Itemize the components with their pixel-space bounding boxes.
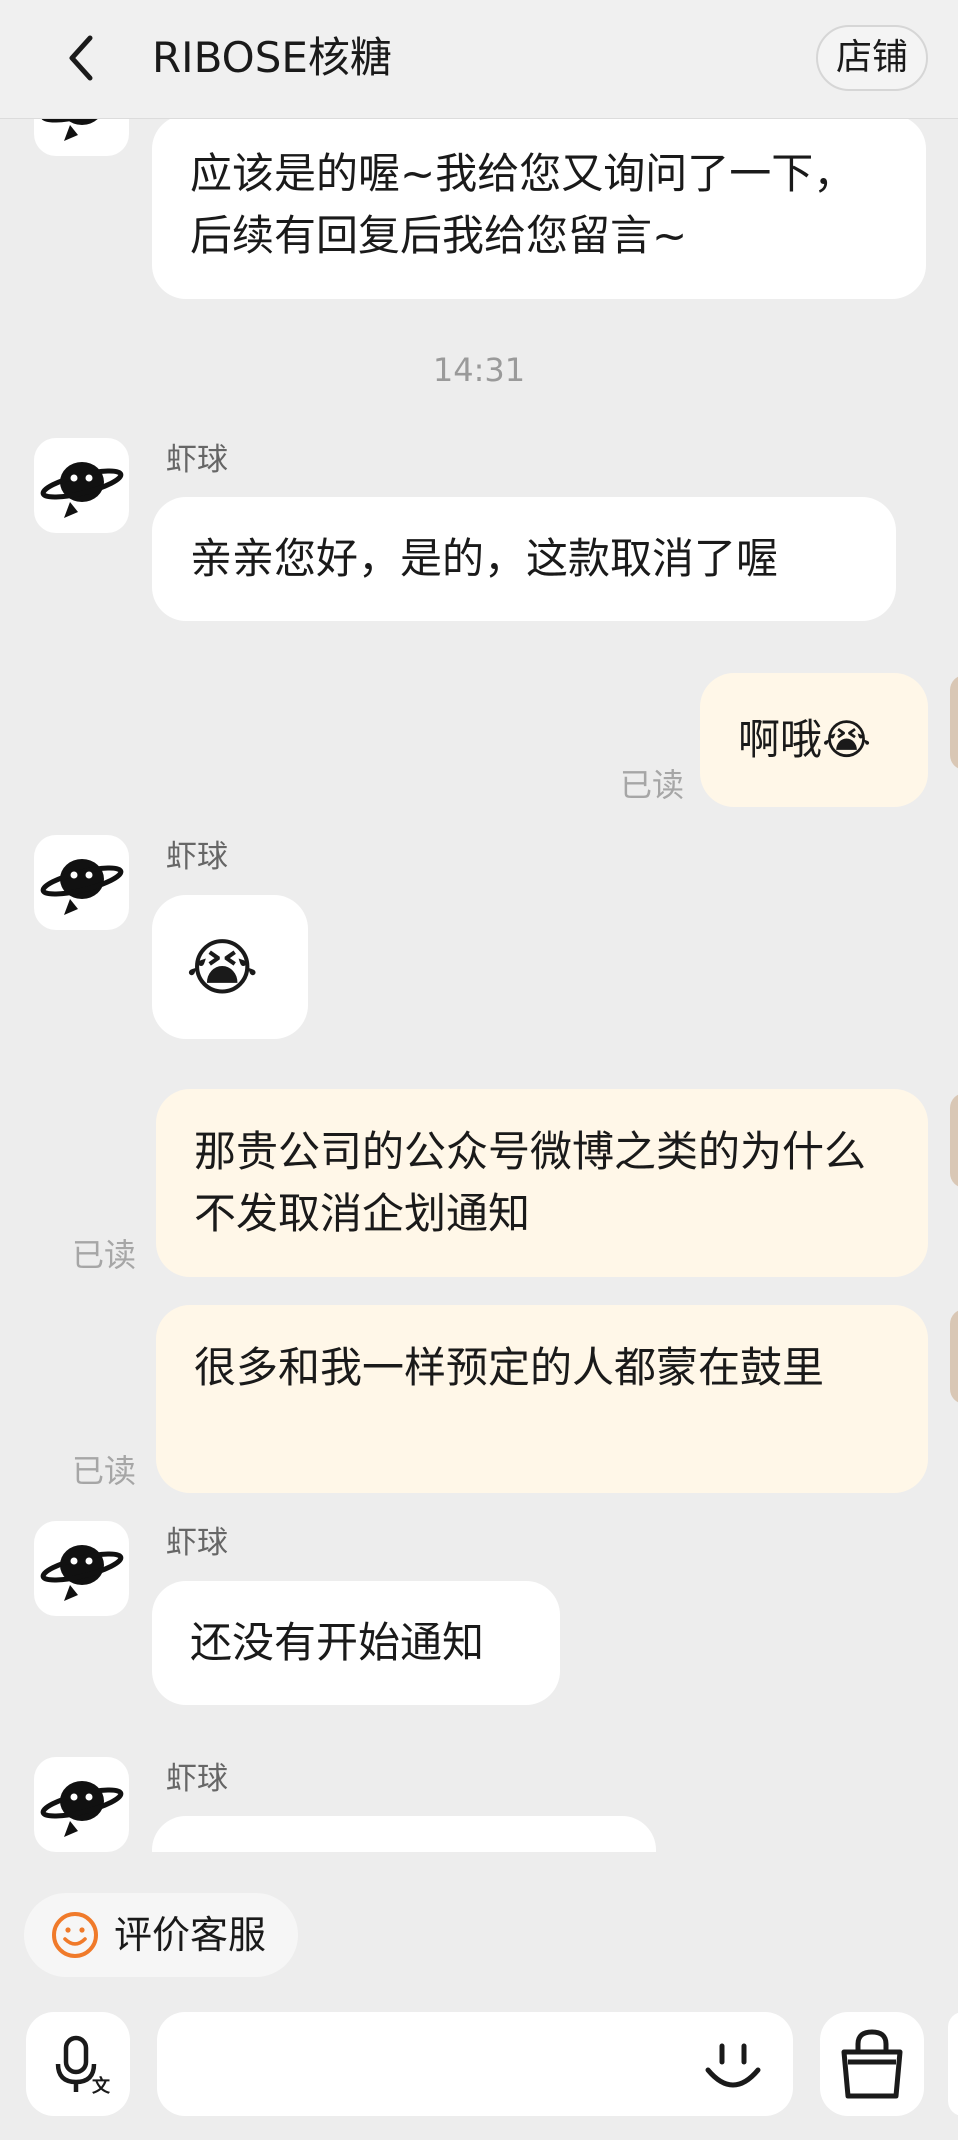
my-message-bubble[interactable]: 那贵公司的公众号微博之类的为什么不发取消企划通知 [156, 1089, 928, 1277]
chat-title: RIBOSE核糖 [152, 33, 392, 82]
read-status: 已读 [72, 1236, 137, 1274]
microphone-translate-icon: 文 [55, 2035, 111, 2097]
message-bubble[interactable]: 还没有开始通知 [152, 1581, 560, 1705]
my-avatar[interactable] [950, 1093, 958, 1188]
message-bubble[interactable]: 应该是的喔~我给您又询问了一下，后续有回复后我给您留言~ [152, 119, 926, 299]
more-button[interactable] [948, 2012, 958, 2116]
sender-name: 虾球 [166, 1525, 228, 1561]
planet-mascot-icon [40, 859, 124, 917]
read-status: 已读 [620, 766, 685, 804]
planet-mascot-icon [40, 1545, 124, 1603]
store-button[interactable]: 店铺 [816, 25, 928, 91]
input-bar: 文 [0, 1998, 958, 2140]
my-avatar[interactable] [950, 675, 958, 770]
message-list[interactable]: 应该是的喔~我给您又询问了一下，后续有回复后我给您留言~ 14:31 虾球 亲亲… [0, 119, 958, 1852]
my-message-bubble[interactable]: 啊哦😭 [700, 673, 928, 807]
rate-service-label: 评价客服 [114, 1913, 267, 1957]
back-button[interactable] [58, 30, 108, 86]
my-message-bubble[interactable]: 很多和我一样预定的人都蒙在鼓里 [156, 1305, 928, 1493]
planet-mascot-icon [40, 119, 124, 143]
agent-avatar[interactable] [34, 119, 129, 156]
emoji-icon[interactable] [700, 2032, 766, 2098]
agent-avatar[interactable] [34, 1757, 129, 1852]
top-bar: RIBOSE核糖 店铺 [0, 0, 958, 119]
planet-mascot-icon [40, 1781, 124, 1839]
emoji-message-bubble[interactable]: 😭 [152, 895, 308, 1039]
agent-avatar[interactable] [34, 438, 129, 533]
chevron-left-icon [69, 35, 93, 81]
shopping-bag-icon [841, 2029, 903, 2099]
agent-avatar[interactable] [34, 1521, 129, 1616]
voice-input-button[interactable]: 文 [26, 2012, 130, 2116]
planet-mascot-icon [40, 462, 124, 520]
read-status: 已读 [72, 1452, 137, 1490]
my-avatar[interactable] [950, 1309, 958, 1404]
timestamp: 14:31 [432, 351, 526, 389]
message-bubble[interactable]: 亲亲您好，是的，这款取消了喔 [152, 497, 896, 621]
sender-name: 虾球 [166, 839, 228, 875]
sender-name: 虾球 [166, 442, 228, 478]
smile-icon [52, 1912, 98, 1958]
svg-text:文: 文 [92, 2075, 111, 2097]
rate-service-button[interactable]: 评价客服 [24, 1893, 298, 1977]
shop-button[interactable] [820, 2012, 924, 2116]
message-bubble[interactable] [152, 1816, 656, 1852]
message-input[interactable] [157, 2012, 793, 2116]
sender-name: 虾球 [166, 1761, 228, 1797]
agent-avatar[interactable] [34, 835, 129, 930]
